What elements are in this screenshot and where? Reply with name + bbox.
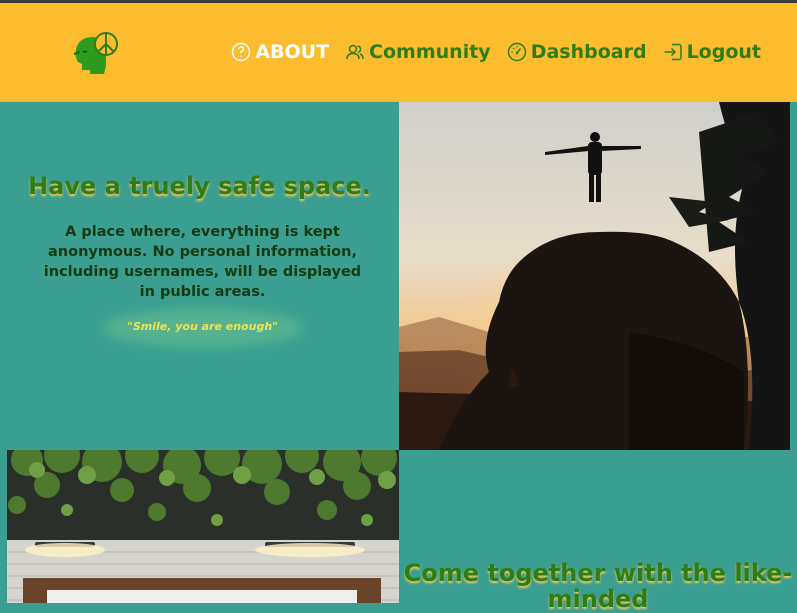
left-edge-strip xyxy=(0,450,7,603)
safe-space-title: Have a truely safe space. xyxy=(28,172,371,200)
safe-space-description: A place where, everything is kept anonym… xyxy=(43,224,362,300)
nav-about[interactable]: ABOUT xyxy=(231,41,329,63)
users-icon xyxy=(346,44,364,60)
sunset-mountain-image xyxy=(399,102,790,450)
safe-space-panel: Have a truely safe space. A place where,… xyxy=(0,102,399,450)
ivy-wall-image xyxy=(7,450,399,603)
main-nav: ABOUT Community Dashboard Logout xyxy=(231,41,761,63)
community-panel: Come together with the like-minded xyxy=(399,450,797,612)
logo[interactable] xyxy=(70,28,122,78)
right-edge-strip xyxy=(790,102,797,450)
peace-head-logo-icon xyxy=(73,32,118,74)
nav-logout[interactable]: Logout xyxy=(663,41,761,63)
logout-icon xyxy=(664,43,682,61)
nav-logout-label: Logout xyxy=(686,41,761,63)
quote-text: "Smile, you are enough" xyxy=(127,320,278,333)
nav-about-label: ABOUT xyxy=(255,41,330,63)
nav-community[interactable]: Community xyxy=(345,41,491,63)
nav-dashboard-label: Dashboard xyxy=(530,41,647,63)
community-title: Come together with the like-minded xyxy=(403,559,793,613)
plant-wall-photo xyxy=(7,450,399,603)
site-header: ABOUT Community Dashboard Logout xyxy=(0,3,797,102)
sunset-photo xyxy=(399,102,790,450)
nav-community-label: Community xyxy=(369,41,491,63)
question-circle-icon xyxy=(232,42,251,62)
nav-dashboard[interactable]: Dashboard xyxy=(507,41,647,63)
gauge-icon xyxy=(507,42,526,62)
